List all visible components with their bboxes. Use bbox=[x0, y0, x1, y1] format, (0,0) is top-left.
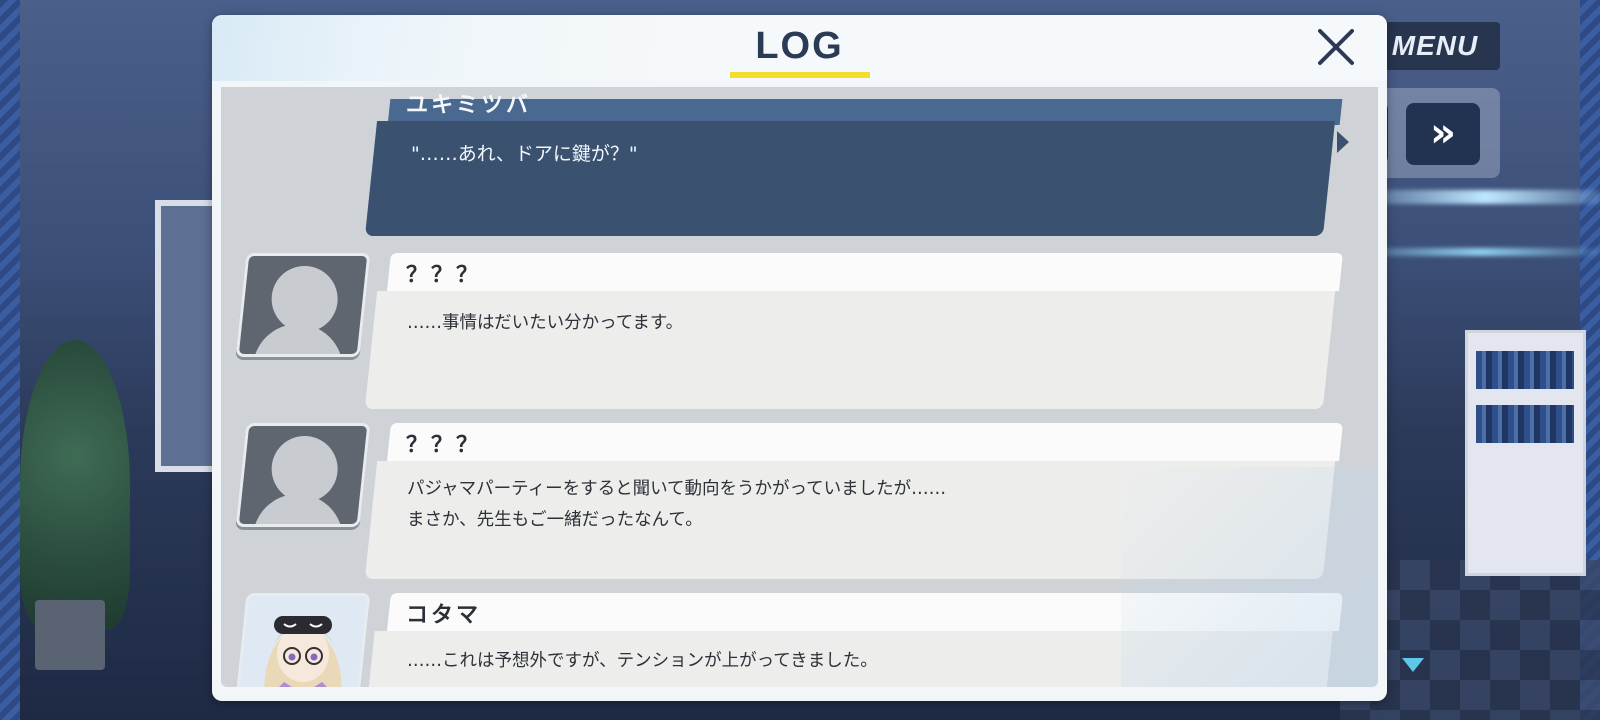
log-scroll-area[interactable]: ユキミツバ "……あれ、ドアに鍵が？" ？？？ ……事情はだいたい分かってます。… bbox=[221, 87, 1378, 687]
speaker-name: ？？？ bbox=[406, 263, 482, 288]
avatar-kotama bbox=[235, 593, 371, 687]
log-entry[interactable]: ？？？ ……事情はだいたい分かってます。 bbox=[221, 253, 1378, 413]
log-panel: LOG ユキミツバ "……あれ、ドアに鍵が？" ？？？ ……事情はだいたい分かっ… bbox=[212, 15, 1387, 701]
bookshelf bbox=[1465, 330, 1586, 576]
dialogue-line: "……あれ、ドアに鍵が？" bbox=[411, 143, 638, 165]
ceiling-light-strip bbox=[1360, 248, 1600, 256]
log-entry[interactable]: ？？？ パジャマパーティーをすると聞いて動向をうかがっていましたが…… まさか、… bbox=[221, 423, 1378, 583]
avatar-silhouette bbox=[235, 423, 371, 527]
silhouette-shoulders bbox=[252, 494, 343, 527]
silhouette-shoulders bbox=[252, 324, 343, 357]
close-button[interactable] bbox=[1314, 25, 1358, 69]
advance-indicator-icon[interactable] bbox=[1402, 658, 1424, 672]
log-title: LOG bbox=[755, 25, 844, 67]
silhouette-head bbox=[271, 436, 338, 502]
speaker-name: ユキミツバ bbox=[406, 93, 532, 118]
book-row bbox=[1476, 351, 1574, 389]
dialogue-line: ……事情はだいたい分かってます。 bbox=[407, 313, 684, 333]
speaker-bar bbox=[387, 593, 1343, 631]
dialogue-line: まさか、先生もご一緒だったなんて。 bbox=[407, 510, 703, 530]
dialogue-line: パジャマパーティーをすると聞いて動向をうかがっていましたが…… bbox=[407, 479, 947, 499]
current-pointer-icon bbox=[1337, 131, 1349, 153]
silhouette-head bbox=[271, 266, 338, 332]
log-header: LOG bbox=[212, 15, 1387, 81]
title-underline bbox=[730, 72, 870, 78]
speaker-bar bbox=[387, 253, 1343, 291]
close-icon bbox=[1318, 29, 1354, 65]
fast-forward-icon: » bbox=[1430, 110, 1456, 156]
left-border-pattern bbox=[0, 0, 20, 720]
avatar-silhouette bbox=[235, 253, 371, 357]
speaker-bar bbox=[387, 423, 1343, 461]
dialogue-line: ……これは予想外ですが、テンションが上がってきました。 bbox=[407, 651, 878, 671]
menu-button[interactable]: MENU bbox=[1370, 22, 1500, 70]
ceiling-light bbox=[1370, 190, 1600, 204]
fast-forward-button[interactable]: » bbox=[1406, 103, 1480, 165]
kotama-portrait-icon bbox=[244, 596, 362, 687]
plant-pot bbox=[35, 600, 105, 670]
log-entry[interactable]: コタマ ……これは予想外ですが、テンションが上がってきました。 bbox=[221, 593, 1378, 687]
log-entry-current: ユキミツバ "……あれ、ドアに鍵が？" bbox=[221, 93, 1378, 244]
potted-plant bbox=[20, 340, 130, 630]
speaker-name: コタマ bbox=[406, 603, 482, 628]
book-row bbox=[1476, 405, 1574, 443]
speaker-name: ？？？ bbox=[406, 433, 482, 458]
